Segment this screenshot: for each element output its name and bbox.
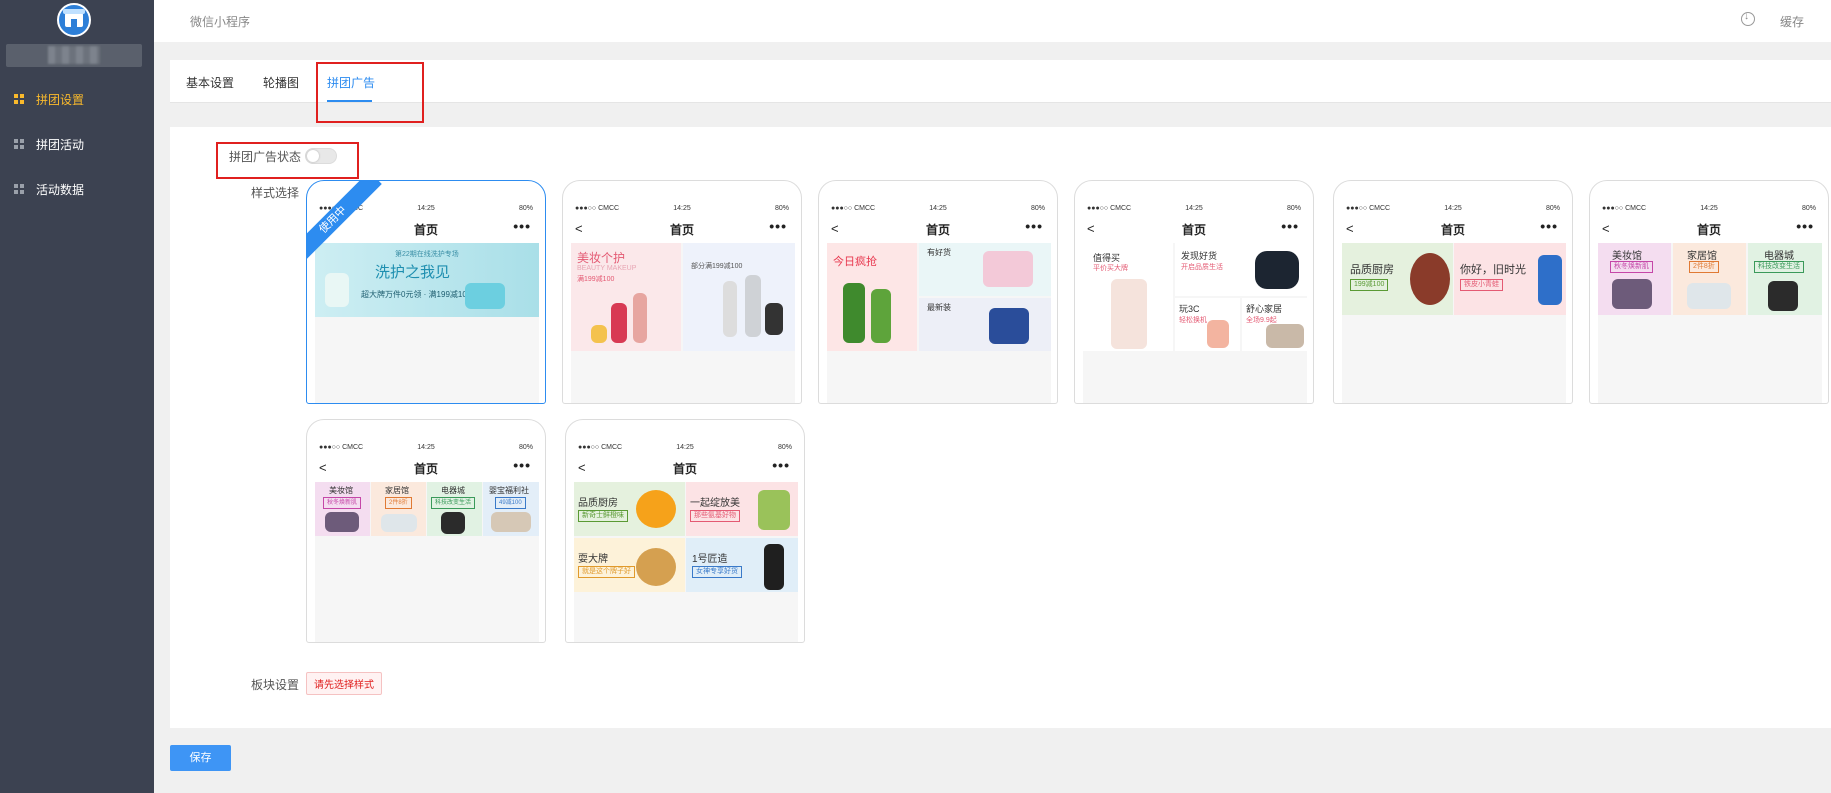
- store-logo[interactable]: [57, 3, 91, 37]
- more-icon: •••: [769, 218, 787, 234]
- topbar: 微信小程序 缓存: [154, 0, 1831, 42]
- save-button[interactable]: 保存: [170, 745, 231, 771]
- back-icon: <: [319, 460, 327, 475]
- style-card-6[interactable]: ●●●○○ CMCC 14:25 80% < 首页 ••• 美妆馆 秋冬焕新肌 家居馆 …: [1589, 180, 1829, 404]
- style-card-3[interactable]: ●●●○○ CMCC 14:25 80% < 首页 ••• 今日疯抢 有好货 最新装: [818, 180, 1058, 404]
- style-card-5[interactable]: ●●●○○ CMCC 14:25 80% < 首页 ••• 品质厨房 199减100 你…: [1333, 180, 1573, 404]
- ad-tile: 家居馆 2件8折: [371, 482, 426, 536]
- ad-tile: 你好，旧时光 铁皮小青蛙: [1454, 243, 1566, 315]
- ad-tile: 美妆馆 秋冬焕新肌: [1598, 243, 1671, 315]
- more-icon: •••: [513, 457, 531, 473]
- annotation-highlight-tab: [316, 62, 424, 123]
- grid-icon: [14, 94, 24, 104]
- ad-tile: 电器城 科技改变生活: [427, 482, 482, 536]
- ad-tile: 舒心家居 全场9.9起: [1242, 298, 1307, 351]
- more-icon: •••: [1281, 218, 1299, 234]
- tab-carousel[interactable]: 轮播图: [263, 74, 299, 91]
- back-icon: <: [578, 460, 586, 475]
- ad-tile: 1号匠造 女神专享好货: [686, 538, 798, 592]
- ad-tile: 一起绽放美 那些氨基好物: [686, 482, 798, 536]
- ad-tile: 有好货: [919, 243, 1051, 296]
- ad-tile: 家居馆 2件8折: [1673, 243, 1746, 315]
- store-name-blurred: [6, 44, 142, 67]
- back-icon: <: [831, 221, 839, 236]
- sidebar-item-label: 拼团活动: [36, 137, 85, 152]
- sidebar-item-group-settings[interactable]: 拼团设置: [0, 79, 154, 119]
- more-icon: •••: [772, 457, 790, 473]
- sidebar-item-group-activities[interactable]: 拼团活动: [0, 124, 154, 164]
- grid-icon: [14, 184, 24, 194]
- style-card-7[interactable]: ●●●○○ CMCC 14:25 80% < 首页 ••• 美妆馆 秋冬焕新肌 家居馆 …: [306, 419, 546, 643]
- ad-tile: 电器城 科技改变生活: [1748, 243, 1822, 315]
- block-settings-label: 板块设置: [251, 678, 300, 692]
- tab-basic-settings[interactable]: 基本设置: [186, 74, 234, 91]
- sidebar: 拼团设置 拼团活动 活动数据: [0, 0, 154, 793]
- style-select-label: 样式选择: [251, 186, 300, 200]
- ad-tile: 品质厨房 199减100: [1342, 243, 1453, 315]
- ad-tile: 品质厨房 新奇士鲜橙味: [574, 482, 685, 536]
- sidebar-item-activity-data[interactable]: 活动数据: [0, 169, 154, 209]
- ad-tile: 值得买 平价买大牌: [1083, 243, 1173, 351]
- breadcrumb: 微信小程序: [190, 15, 251, 29]
- shop-icon: [63, 9, 85, 27]
- grid-icon: [14, 139, 24, 149]
- ad-tile: 发现好货 开启品质生活: [1175, 243, 1307, 296]
- back-icon: <: [1602, 221, 1610, 236]
- more-icon: •••: [513, 218, 531, 234]
- ad-tile: 婴宝福利社 49减100: [483, 482, 539, 536]
- sidebar-item-label: 活动数据: [36, 182, 85, 197]
- more-icon: •••: [1796, 218, 1814, 234]
- ad-tile: 今日疯抢: [827, 243, 917, 351]
- style-card-8[interactable]: ●●●○○ CMCC 14:25 80% < 首页 ••• 品质厨房 新奇士鲜橙味 一起…: [565, 419, 805, 643]
- cache-button[interactable]: 缓存: [1780, 13, 1804, 30]
- select-style-hint: 请先选择样式: [306, 672, 382, 695]
- ad-tile: 美妆个护 BEAUTY MAKEUP 满199减100: [571, 243, 681, 351]
- download-icon[interactable]: [1741, 11, 1755, 26]
- ad-tile: 玩3C 轻松换机: [1175, 298, 1240, 351]
- back-icon: <: [1346, 221, 1354, 236]
- back-icon: <: [1087, 221, 1095, 236]
- ad-tile: 耍大牌 就是这个牌子好: [574, 538, 685, 592]
- style-card-1[interactable]: ●●●○○ CMCC14:2580% <首页••• 第22期在线洗护专场 洗护之…: [306, 180, 546, 404]
- ad-tile: 部分满199减100: [683, 243, 795, 351]
- style-card-2[interactable]: ●●●○○ CMCC 14:25 80% < 首页 ••• 美妆个护 BEAUTY MA…: [562, 180, 802, 404]
- annotation-highlight-status: [216, 142, 359, 179]
- style-card-4[interactable]: ●●●○○ CMCC 14:25 80% < 首页 ••• 值得买 平价买大牌 发现好货…: [1074, 180, 1314, 404]
- ad-tile: 最新装: [919, 298, 1051, 351]
- ad-banner: 第22期在线洗护专场 洗护之我见 超大牌万件0元领 · 满199减100: [315, 243, 539, 317]
- more-icon: •••: [1540, 218, 1558, 234]
- sidebar-item-label: 拼团设置: [36, 92, 85, 107]
- ad-tile: 美妆馆 秋冬焕新肌: [315, 482, 370, 536]
- back-icon: <: [575, 221, 583, 236]
- more-icon: •••: [1025, 218, 1043, 234]
